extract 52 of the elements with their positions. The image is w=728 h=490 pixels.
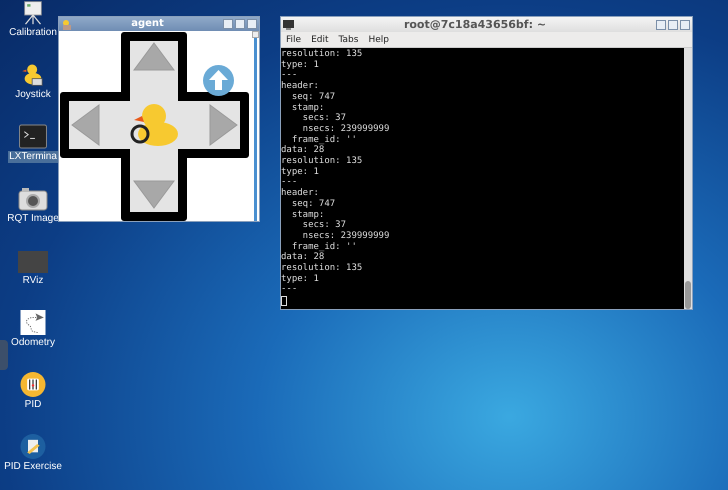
desktop-icon-label[interactable]: LXTermina	[8, 151, 58, 163]
terminal-line: data: 28	[281, 252, 324, 263]
menu-item[interactable]: Help	[368, 34, 389, 46]
terminal-line: type: 1	[281, 274, 319, 284]
terminal-line: data: 28	[281, 145, 324, 156]
desktop-icon-label[interactable]: PID Exercise	[3, 461, 63, 473]
terminal-line: nsecs: 239999999	[302, 230, 390, 242]
maximize-button[interactable]	[668, 20, 678, 30]
terminal-line: nsecs: 239999999	[302, 124, 390, 135]
desktop-icon-label[interactable]: Calibration	[8, 27, 58, 39]
close-button[interactable]	[680, 20, 690, 30]
terminal-line: ---	[281, 70, 298, 81]
window-title: root@7c18a43656bf: ~	[402, 18, 548, 31]
window-title: agent	[130, 18, 165, 30]
maximize-button[interactable]	[235, 19, 245, 29]
sliders-icon	[18, 372, 48, 397]
panel-handle[interactable]	[0, 340, 8, 370]
terminal-line: ---	[281, 177, 298, 188]
scrollbar[interactable]	[684, 48, 692, 309]
terminal-line: stamp:	[290, 102, 324, 114]
terminal-line: secs: 37	[302, 113, 346, 124]
close-button[interactable]	[247, 19, 257, 29]
terminal-line: header:	[281, 188, 319, 199]
terminal-icon	[283, 20, 294, 30]
scrollbar[interactable]	[251, 31, 259, 221]
desktop-icon-label[interactable]: Odometry	[10, 337, 56, 349]
text-cursor	[281, 296, 287, 306]
terminal-line: secs: 37	[302, 220, 346, 231]
desktop-icon-label[interactable]: RViz	[22, 275, 44, 287]
menu-item[interactable]: Tabs	[338, 34, 358, 46]
terminal-line: resolution: 135	[281, 156, 362, 167]
terminal-line: stamp:	[290, 210, 324, 220]
terminal-line: frame_id: ''	[290, 134, 357, 145]
terminal-line: resolution: 135	[281, 49, 362, 60]
terminal-line: frame_id: ''	[290, 242, 357, 252]
terminal-line: resolution: 135	[281, 263, 362, 274]
desktop-icon-label[interactable]: RQT Image	[6, 213, 60, 225]
terminal-line: ---	[281, 284, 298, 296]
terminal-line: seq: 747	[290, 92, 336, 103]
camera-icon	[18, 187, 48, 211]
menu-item[interactable]: File	[286, 34, 302, 46]
terminal-line: seq: 747	[290, 198, 336, 210]
terminal-icon	[18, 124, 48, 149]
terminal-line: header:	[281, 81, 319, 92]
terminal-line: type: 1	[281, 60, 319, 70]
minimize-button[interactable]	[223, 19, 233, 29]
menu-item[interactable]: Edit	[311, 34, 328, 46]
desktop-icon-label[interactable]: PID	[24, 399, 42, 411]
notepad-pencil-icon	[18, 434, 48, 459]
desktop-icon-label[interactable]: Joystick	[14, 89, 52, 101]
terminal-line: type: 1	[281, 166, 319, 178]
minimize-button[interactable]	[656, 20, 666, 30]
